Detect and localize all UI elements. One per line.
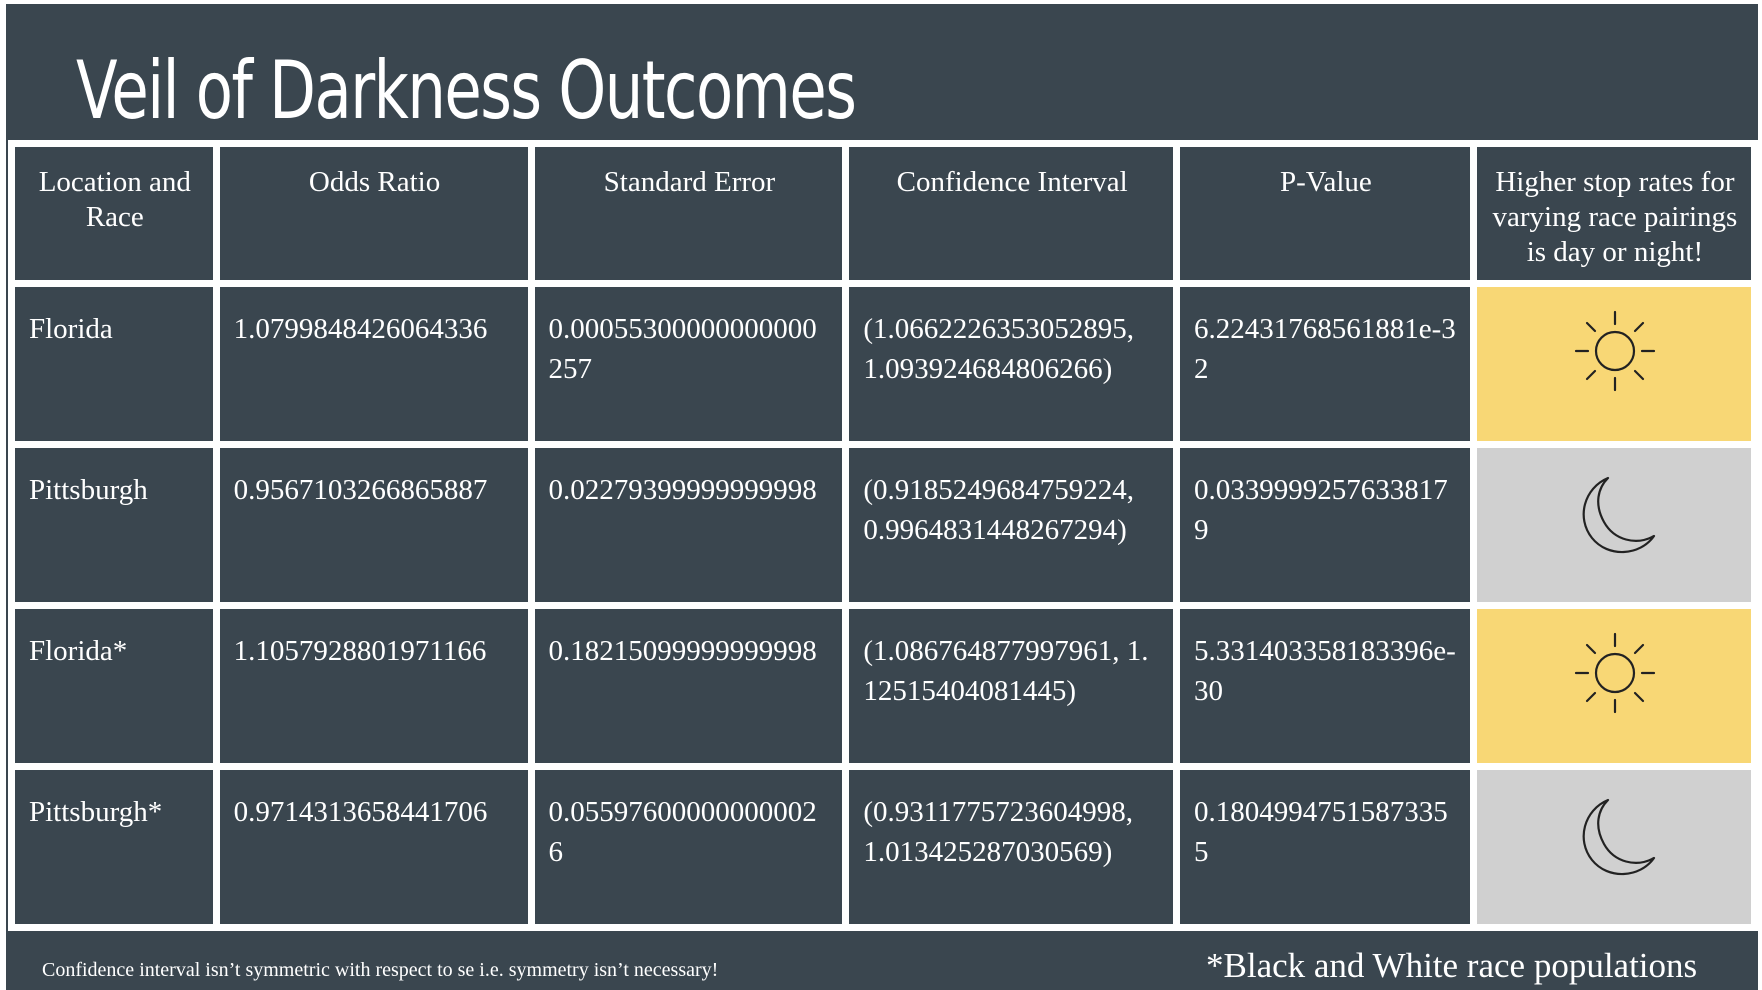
table-row: Pittsburgh 0.9567103266865887 0.02279399… [8,441,1759,609]
cell-odds-ratio: 1.0799848426064336 [212,280,535,448]
header-standard-error: Standard Error [527,140,850,287]
footnote: Confidence interval isn’t symmetric with… [42,959,719,981]
cell-odds-ratio: 0.9567103266865887 [212,441,535,609]
cell-result-night [1469,763,1759,931]
cell-location: Pittsburgh* [8,763,220,931]
sun-icon [1574,632,1656,714]
cell-result-night [1469,441,1759,609]
moon-icon [1582,798,1656,876]
cell-standard-error: 0.02279399999999998 [527,441,850,609]
legend-note: *Black and White race populations [1206,946,1698,985]
cell-standard-error: 0.00055300000000000257 [527,280,850,448]
moon-icon [1582,476,1656,554]
page-title: Veil of Darkness Outcomes [76,44,857,137]
table-row: Florida 1.0799848426064336 0.00055300000… [8,280,1759,448]
cell-confidence-interval: (0.9311775723604998, 1.013425287030569) [842,763,1180,931]
cell-result-day [1469,280,1759,448]
cell-location: Florida* [8,602,220,770]
table-header-row: Location and Race Odds Ratio Standard Er… [8,140,1759,287]
cell-p-value: 5.331403358183396e-30 [1172,602,1477,770]
header-day-or-night: Higher stop rates for varying race pairi… [1469,140,1759,287]
header-confidence-interval: Confidence Interval [842,140,1180,287]
table-row: Pittsburgh* 0.9714313658441706 0.0559760… [8,763,1759,931]
sun-icon [1574,310,1656,392]
header-p-value: P-Value [1172,140,1477,287]
cell-confidence-interval: (1.0662226353052895, 1.093924684806266) [842,280,1180,448]
cell-odds-ratio: 1.1057928801971166 [212,602,535,770]
cell-result-day [1469,602,1759,770]
results-table: Location and Race Odds Ratio Standard Er… [8,140,1759,931]
cell-standard-error: 0.055976000000000026 [527,763,850,931]
cell-location: Pittsburgh [8,441,220,609]
cell-confidence-interval: (1.086764877997961, 1.12515404081445) [842,602,1180,770]
cell-location: Florida [8,280,220,448]
slide: Veil of Darkness Outcomes Location and R… [6,4,1759,990]
cell-p-value: 0.18049947515873355 [1172,763,1477,931]
cell-p-value: 6.22431768561881e-32 [1172,280,1477,448]
cell-confidence-interval: (0.9185249684759224, 0.9964831448267294) [842,441,1180,609]
cell-p-value: 0.03399992576338179 [1172,441,1477,609]
cell-odds-ratio: 0.9714313658441706 [212,763,535,931]
cell-standard-error: 0.18215099999999998 [527,602,850,770]
table-row: Florida* 1.1057928801971166 0.1821509999… [8,602,1759,770]
header-odds-ratio: Odds Ratio [212,140,535,287]
header-location: Location and Race [8,140,220,287]
